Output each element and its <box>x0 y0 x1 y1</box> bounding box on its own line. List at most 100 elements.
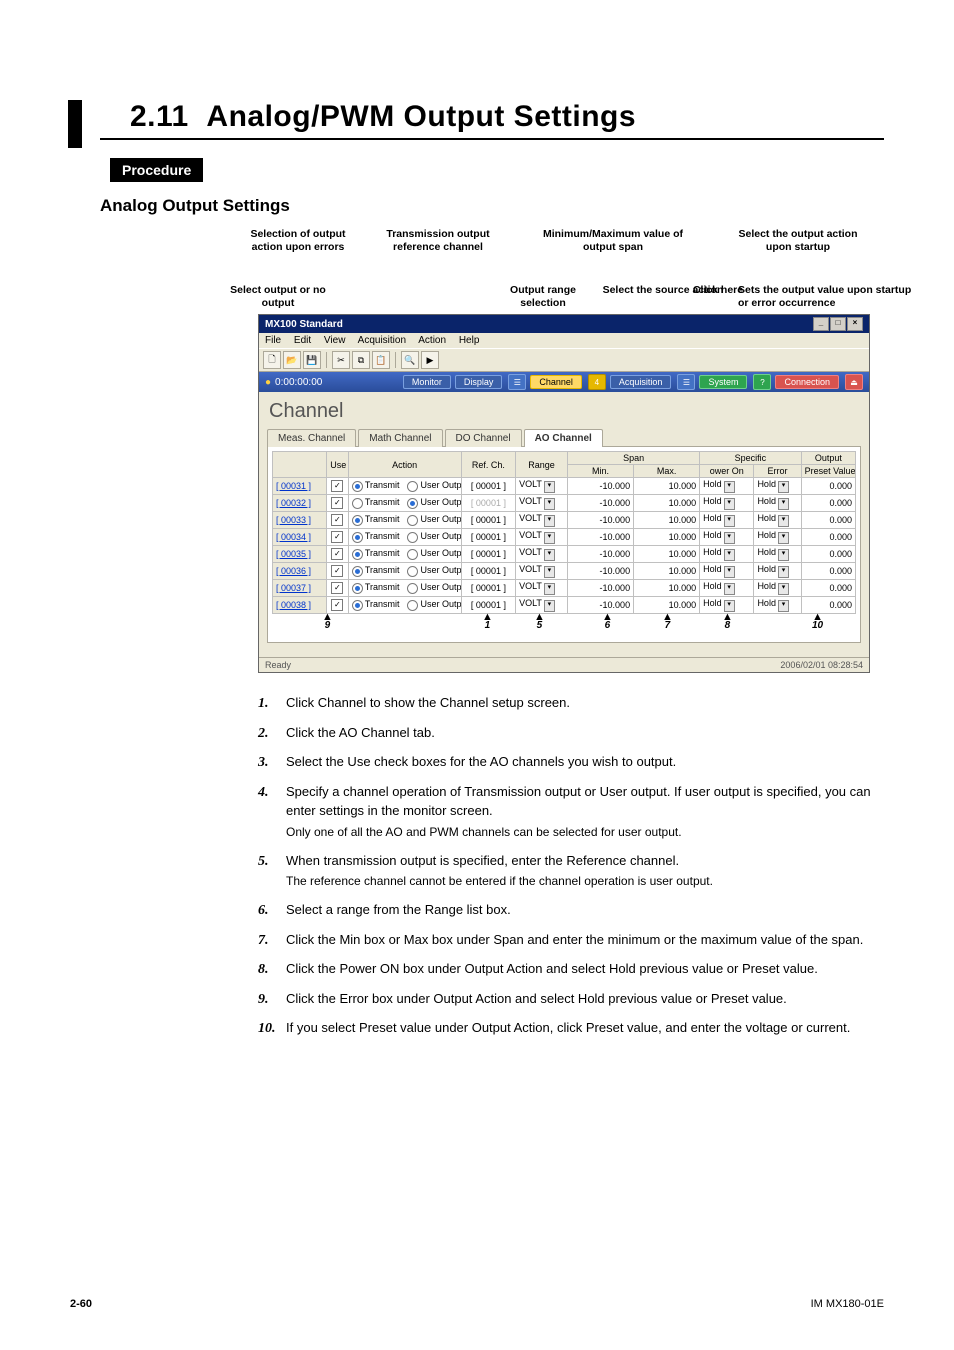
cell-poweron[interactable]: Hold▾ <box>700 495 754 512</box>
minimize-button[interactable]: _ <box>813 317 829 331</box>
menu-view[interactable]: View <box>324 335 346 346</box>
cell-ref[interactable]: [ 00001 ] <box>461 478 515 495</box>
nav-display-icon[interactable]: ☰ <box>508 374 526 390</box>
cell-max[interactable]: 10.000 <box>634 478 700 495</box>
new-icon[interactable]: 🗋 <box>263 351 281 369</box>
cell-preset[interactable]: 0.000 <box>801 495 855 512</box>
menu-acquisition[interactable]: Acquisition <box>358 335 406 346</box>
cell-action[interactable]: Transmit User Output <box>348 563 461 580</box>
cell-action[interactable]: Transmit User Output <box>348 529 461 546</box>
nav-acq-icon[interactable]: ☰ <box>677 374 695 390</box>
cell-preset[interactable]: 0.000 <box>801 529 855 546</box>
menu-action[interactable]: Action <box>418 335 446 346</box>
cell-ref[interactable]: [ 00001 ] <box>461 529 515 546</box>
tab-ao-channel[interactable]: AO Channel <box>524 429 603 447</box>
cell-ref[interactable]: [ 00001 ] <box>461 546 515 563</box>
paste-icon[interactable]: 📋 <box>372 351 390 369</box>
cell-poweron[interactable]: Hold▾ <box>700 478 754 495</box>
cell-max[interactable]: 10.000 <box>634 546 700 563</box>
cell-preset[interactable]: 0.000 <box>801 546 855 563</box>
cell-channel[interactable]: [ 00037 ] <box>273 580 327 597</box>
cell-range[interactable]: VOLT▾ <box>516 495 568 512</box>
cell-ref[interactable]: [ 00001 ] <box>461 563 515 580</box>
cell-use[interactable]: ✓ <box>327 546 348 563</box>
cell-use[interactable]: ✓ <box>327 529 348 546</box>
cell-poweron[interactable]: Hold▾ <box>700 529 754 546</box>
cell-error[interactable]: Hold▾ <box>754 529 801 546</box>
cell-max[interactable]: 10.000 <box>634 495 700 512</box>
cell-poweron[interactable]: Hold▾ <box>700 580 754 597</box>
menu-help[interactable]: Help <box>459 335 480 346</box>
cell-poweron[interactable]: Hold▾ <box>700 546 754 563</box>
cell-use[interactable]: ✓ <box>327 563 348 580</box>
cell-error[interactable]: Hold▾ <box>754 495 801 512</box>
cell-range[interactable]: VOLT▾ <box>516 563 568 580</box>
cell-poweron[interactable]: Hold▾ <box>700 512 754 529</box>
cell-preset[interactable]: 0.000 <box>801 597 855 614</box>
cell-channel[interactable]: [ 00035 ] <box>273 546 327 563</box>
cell-range[interactable]: VOLT▾ <box>516 512 568 529</box>
search-icon[interactable]: 🔍 <box>401 351 419 369</box>
tab-meas-channel[interactable]: Meas. Channel <box>267 429 356 447</box>
cell-max[interactable]: 10.000 <box>634 580 700 597</box>
menu-edit[interactable]: Edit <box>294 335 311 346</box>
cell-min[interactable]: -10.000 <box>568 478 634 495</box>
nav-channel[interactable]: Channel <box>530 375 582 389</box>
nav-conn-icon[interactable]: ⏏ <box>845 374 863 390</box>
cell-action[interactable]: Transmit User Output <box>348 495 461 512</box>
nav-channel-icon[interactable]: 4 <box>588 374 606 390</box>
cell-max[interactable]: 10.000 <box>634 512 700 529</box>
save-icon[interactable]: 💾 <box>303 351 321 369</box>
copy-icon[interactable]: ⧉ <box>352 351 370 369</box>
cell-min[interactable]: -10.000 <box>568 546 634 563</box>
cell-poweron[interactable]: Hold▾ <box>700 563 754 580</box>
cell-range[interactable]: VOLT▾ <box>516 478 568 495</box>
cell-action[interactable]: Transmit User Output <box>348 597 461 614</box>
cell-min[interactable]: -10.000 <box>568 529 634 546</box>
cell-channel[interactable]: [ 00031 ] <box>273 478 327 495</box>
cell-use[interactable]: ✓ <box>327 580 348 597</box>
tab-math-channel[interactable]: Math Channel <box>358 429 442 447</box>
cell-min[interactable]: -10.000 <box>568 597 634 614</box>
cell-channel[interactable]: [ 00036 ] <box>273 563 327 580</box>
cell-preset[interactable]: 0.000 <box>801 563 855 580</box>
open-icon[interactable]: 📂 <box>283 351 301 369</box>
cell-use[interactable]: ✓ <box>327 512 348 529</box>
cell-use[interactable]: ✓ <box>327 495 348 512</box>
cell-ref[interactable]: [ 00001 ] <box>461 495 515 512</box>
cut-icon[interactable]: ✂ <box>332 351 350 369</box>
tab-do-channel[interactable]: DO Channel <box>445 429 522 447</box>
cell-range[interactable]: VOLT▾ <box>516 580 568 597</box>
cell-min[interactable]: -10.000 <box>568 563 634 580</box>
maximize-button[interactable]: □ <box>830 317 846 331</box>
cell-preset[interactable]: 0.000 <box>801 580 855 597</box>
cell-channel[interactable]: [ 00033 ] <box>273 512 327 529</box>
nav-connection[interactable]: Connection <box>775 375 839 389</box>
cell-action[interactable]: Transmit User Output <box>348 546 461 563</box>
cell-preset[interactable]: 0.000 <box>801 512 855 529</box>
nav-monitor[interactable]: Monitor <box>403 375 451 389</box>
cell-use[interactable]: ✓ <box>327 478 348 495</box>
cell-channel[interactable]: [ 00038 ] <box>273 597 327 614</box>
cell-preset[interactable]: 0.000 <box>801 478 855 495</box>
cell-min[interactable]: -10.000 <box>568 495 634 512</box>
menu-file[interactable]: File <box>265 335 281 346</box>
cell-error[interactable]: Hold▾ <box>754 580 801 597</box>
cell-error[interactable]: Hold▾ <box>754 512 801 529</box>
cell-action[interactable]: Transmit User Output <box>348 580 461 597</box>
cell-channel[interactable]: [ 00032 ] <box>273 495 327 512</box>
cell-min[interactable]: -10.000 <box>568 512 634 529</box>
cell-error[interactable]: Hold▾ <box>754 546 801 563</box>
cell-max[interactable]: 10.000 <box>634 563 700 580</box>
cell-min[interactable]: -10.000 <box>568 580 634 597</box>
nav-display[interactable]: Display <box>455 375 503 389</box>
cell-range[interactable]: VOLT▾ <box>516 546 568 563</box>
cell-ref[interactable]: [ 00001 ] <box>461 580 515 597</box>
nav-system-icon[interactable]: ? <box>753 374 771 390</box>
play-icon[interactable]: ▶ <box>421 351 439 369</box>
cell-range[interactable]: VOLT▾ <box>516 529 568 546</box>
nav-acquisition[interactable]: Acquisition <box>610 375 672 389</box>
cell-action[interactable]: Transmit User Output <box>348 478 461 495</box>
close-button[interactable]: × <box>847 317 863 331</box>
cell-error[interactable]: Hold▾ <box>754 563 801 580</box>
